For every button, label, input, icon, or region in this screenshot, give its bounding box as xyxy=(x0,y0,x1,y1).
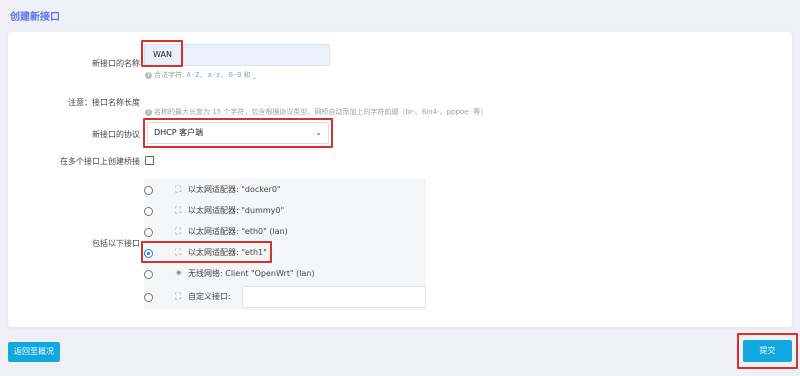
interface-label: 以太网适配器: "docker0" xyxy=(188,185,281,194)
name-hint-prefix: 合法字符: xyxy=(154,71,185,79)
name-label: 新接口的名称 xyxy=(92,59,140,68)
interface-label: 以太网适配器: "eth0" (lan) xyxy=(188,227,288,236)
interface-option-docker0[interactable]: ⛶ 以太网适配器: "docker0" xyxy=(144,181,426,201)
interface-option-custom[interactable]: ⛶ 自定义接口: xyxy=(144,286,426,308)
interface-label: 自定义接口: xyxy=(188,292,231,301)
interface-radio[interactable] xyxy=(144,293,153,302)
note-label: 注意：接口名称长度 xyxy=(68,98,140,107)
submit-button[interactable]: 提交 xyxy=(743,340,792,362)
name-hint: ? 合法字符: A-Z, a-z, 0-9 和 _ xyxy=(145,70,256,80)
help-icon: ? xyxy=(145,71,152,79)
interface-label: 以太网适配器: "dummy0" xyxy=(188,206,285,215)
note-hint: ? 名称的最大长度为 15 个字符，包含根据协议类型、网桥自动添加上的字符前缀（b… xyxy=(145,107,487,117)
page-title: 创建新接口 xyxy=(10,12,60,23)
interface-radio[interactable] xyxy=(144,228,153,237)
ethernet-icon: ⛶ xyxy=(175,227,182,237)
interface-option-eth1[interactable]: ⛶ 以太网适配器: "eth1" xyxy=(144,244,426,264)
ethernet-icon: ⛶ xyxy=(175,206,182,216)
interface-list: ⛶ 以太网适配器: "docker0" ⛶ 以太网适配器: "dummy0" ⛶… xyxy=(144,178,426,310)
name-hint-suffix: 和 _ xyxy=(243,71,257,79)
interface-label: 无线网络: Client "OpenWrt" (lan) xyxy=(188,269,315,278)
interface-option-wireless[interactable]: ✷ 无线网络: Client "OpenWrt" (lan) xyxy=(144,265,426,285)
protocol-label: 新接口的协议 xyxy=(92,130,140,139)
include-label: 包括以下接口 xyxy=(92,239,140,248)
note-hint-text: 名称的最大长度为 15 个字符，包含根据协议类型、网桥自动添加上的字符前缀（br… xyxy=(154,108,488,116)
back-to-overview-button[interactable]: 返回至概况 xyxy=(8,342,60,362)
bridge-checkbox[interactable] xyxy=(145,156,154,165)
interface-radio[interactable] xyxy=(144,270,153,279)
interface-radio-selected[interactable] xyxy=(144,249,153,258)
protocol-select-value: DHCP 客户端 xyxy=(154,128,204,137)
wireless-icon: ✷ xyxy=(175,269,183,279)
interface-label: 以太网适配器: "eth1" xyxy=(188,248,267,257)
interface-name-input[interactable]: WAN xyxy=(144,44,330,66)
protocol-select[interactable]: DHCP 客户端 ⌄ xyxy=(147,122,329,144)
help-icon: ? xyxy=(145,108,152,116)
bridge-label: 在多个接口上创建桥接 xyxy=(60,157,140,166)
custom-interface-input[interactable] xyxy=(242,286,426,308)
ethernet-icon: ⛶ xyxy=(175,248,182,258)
interface-radio[interactable] xyxy=(144,207,153,216)
custom-interface-icon: ⛶ xyxy=(175,292,182,302)
interface-option-eth0[interactable]: ⛶ 以太网适配器: "eth0" (lan) xyxy=(144,223,426,243)
interface-radio[interactable] xyxy=(144,186,153,195)
name-hint-chars: A-Z, a-z, 0-9 xyxy=(186,71,242,79)
ethernet-icon: ⛶ xyxy=(175,185,182,195)
chevron-down-icon: ⌄ xyxy=(315,128,322,137)
interface-option-dummy0[interactable]: ⛶ 以太网适配器: "dummy0" xyxy=(144,202,426,222)
